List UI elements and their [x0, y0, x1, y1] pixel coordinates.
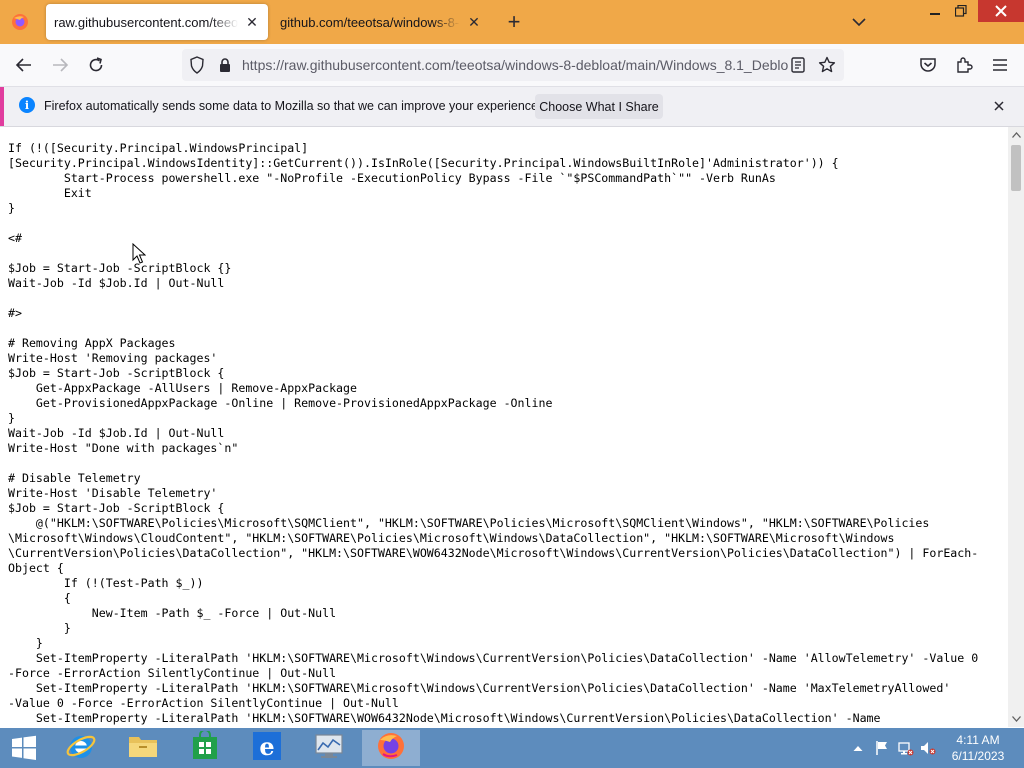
- firefox-icon: [375, 730, 407, 767]
- close-tab-icon[interactable]: ✕: [244, 14, 260, 30]
- code-line: $Job = Start-Job -ScriptBlock {}: [8, 261, 232, 275]
- action-center-flag-icon[interactable]: [874, 740, 890, 756]
- vertical-scrollbar[interactable]: [1008, 127, 1024, 727]
- maximize-window-button[interactable]: [944, 0, 978, 22]
- taskbar-ie-desktop[interactable]: e: [238, 730, 296, 766]
- navigation-toolbar: https://raw.githubusercontent.com/teeots…: [0, 44, 1024, 87]
- notification-accent: [0, 87, 4, 126]
- close-notification-icon[interactable]: [991, 98, 1007, 114]
- scrollbar-thumb[interactable]: [1011, 145, 1021, 191]
- code-line: {: [8, 591, 71, 605]
- code-line: # Disable Telemetry: [8, 471, 141, 485]
- reload-button[interactable]: [82, 51, 110, 79]
- control-panel-icon: [313, 731, 345, 766]
- windows-taskbar: e 4:11 AM 6/11/2023: [0, 728, 1024, 768]
- clock-time: 4:11 AM: [956, 733, 1000, 747]
- extensions-puzzle-icon[interactable]: [950, 51, 978, 79]
- raw-file-content: If (!([Security.Principal.WindowsPrincip…: [0, 127, 1008, 727]
- taskbar-internet-explorer[interactable]: [52, 730, 110, 766]
- code-line: Get-AppxPackage -AllUsers | Remove-AppxP…: [8, 381, 358, 395]
- scroll-down-arrow-icon[interactable]: [1008, 711, 1024, 727]
- powershell-script-text: If (!([Security.Principal.WindowsPrincip…: [8, 141, 998, 726]
- tab-title: raw.githubusercontent.com/teeotsa: [54, 14, 238, 30]
- code-line: # Removing AppX Packages: [8, 336, 176, 350]
- mouse-pointer-icon: [132, 242, 147, 265]
- code-line: Write-Host "Done with packages`n": [8, 441, 239, 455]
- taskbar-control-panel[interactable]: [300, 730, 358, 766]
- close-tab-icon[interactable]: ✕: [466, 14, 482, 30]
- code-line: Write-Host 'Disable Telemetry': [8, 486, 218, 500]
- bookmark-star-icon[interactable]: [818, 56, 836, 74]
- code-line: <#: [8, 231, 22, 245]
- tab-raw-githubusercontent[interactable]: raw.githubusercontent.com/teeotsa ✕: [46, 4, 268, 40]
- close-window-button[interactable]: [978, 0, 1024, 22]
- reader-view-icon[interactable]: [789, 56, 807, 74]
- code-line: Set-ItemProperty -LiteralPath 'HKLM:\SOF…: [8, 681, 951, 695]
- code-line: #>: [8, 306, 22, 320]
- show-hidden-icons-chevron-icon[interactable]: [850, 740, 866, 756]
- pocket-icon[interactable]: [914, 51, 942, 79]
- tab-strip: raw.githubusercontent.com/teeotsa ✕ gith…: [0, 0, 1024, 44]
- code-line: Exit: [8, 186, 92, 200]
- clock-date: 6/11/2023: [951, 749, 1005, 763]
- code-line: }: [8, 201, 15, 215]
- ie-desktop-icon: e: [252, 731, 282, 766]
- taskbar-store[interactable]: [176, 728, 234, 766]
- taskbar-file-explorer[interactable]: [114, 730, 172, 766]
- back-button[interactable]: [10, 51, 38, 79]
- taskbar-firefox[interactable]: [362, 730, 420, 766]
- tracking-protection-shield-icon[interactable]: [188, 56, 206, 74]
- code-line: Wait-Job -Id $Job.Id | Out-Null: [8, 426, 225, 440]
- code-line: $Job = Start-Job -ScriptBlock {: [8, 501, 225, 515]
- code-line: \CurrentVersion\Policies\DataCollection"…: [8, 546, 979, 560]
- internet-explorer-icon: [65, 730, 97, 767]
- code-line: @("HKLM:\SOFTWARE\Policies\Microsoft\SQM…: [8, 516, 930, 530]
- list-all-tabs-chevron-icon[interactable]: [848, 10, 870, 34]
- code-line: }: [8, 636, 43, 650]
- url-text[interactable]: https://raw.githubusercontent.com/teeots…: [242, 57, 788, 73]
- tab-title: github.com/teeotsa/windows-8-deb: [280, 14, 460, 30]
- code-line: Get-ProvisionedAppxPackage -Online | Rem…: [8, 396, 553, 410]
- tab-github[interactable]: github.com/teeotsa/windows-8-deb ✕: [272, 4, 490, 40]
- data-collection-notification: i Firefox automatically sends some data …: [0, 87, 1024, 127]
- svg-text:e: e: [259, 732, 274, 761]
- code-line: Wait-Job -Id $Job.Id | Out-Null: [8, 276, 225, 290]
- code-line: \Microsoft\Windows\CloudContent", "HKLM:…: [8, 531, 895, 545]
- lock-icon[interactable]: [216, 56, 234, 74]
- network-icon[interactable]: [898, 740, 914, 756]
- code-line: If (!([Security.Principal.WindowsPrincip…: [8, 141, 309, 155]
- code-line: If (!(Test-Path $_)): [8, 576, 204, 590]
- new-tab-button[interactable]: +: [502, 10, 526, 34]
- code-line: Write-Host 'Removing packages': [8, 351, 218, 365]
- code-line: }: [8, 621, 71, 635]
- volume-muted-icon[interactable]: [920, 740, 936, 756]
- code-line: New-Item -Path $_ -Force | Out-Null: [8, 606, 337, 620]
- code-line: -Force -ErrorAction SilentlyContinue | O…: [8, 666, 337, 680]
- code-line: [Security.Principal.WindowsIdentity]::Ge…: [8, 156, 839, 170]
- choose-what-i-share-button[interactable]: Choose What I Share: [535, 94, 663, 119]
- code-line: -Value 0 -Force -ErrorAction SilentlyCon…: [8, 696, 399, 710]
- code-line: $Job = Start-Job -ScriptBlock {: [8, 366, 225, 380]
- store-icon: [190, 728, 220, 766]
- windows-start-button[interactable]: [8, 734, 40, 762]
- code-line: Set-ItemProperty -LiteralPath 'HKLM:\SOF…: [8, 711, 881, 725]
- notification-text: Firefox automatically sends some data to…: [44, 99, 542, 113]
- forward-button[interactable]: [46, 51, 74, 79]
- scroll-up-arrow-icon[interactable]: [1008, 127, 1024, 143]
- file-explorer-icon: [127, 731, 159, 766]
- taskbar-clock[interactable]: 4:11 AM 6/11/2023: [946, 732, 1010, 764]
- code-line: Object {: [8, 561, 64, 575]
- code-line: Start-Process powershell.exe "-NoProfile…: [8, 171, 776, 185]
- code-line: }: [8, 411, 15, 425]
- url-bar[interactable]: https://raw.githubusercontent.com/teeots…: [182, 49, 844, 81]
- firefox-view-icon[interactable]: [8, 10, 32, 34]
- info-icon: i: [19, 97, 35, 113]
- code-line: Set-ItemProperty -LiteralPath 'HKLM:\SOF…: [8, 651, 979, 665]
- hamburger-menu-icon[interactable]: [986, 51, 1014, 79]
